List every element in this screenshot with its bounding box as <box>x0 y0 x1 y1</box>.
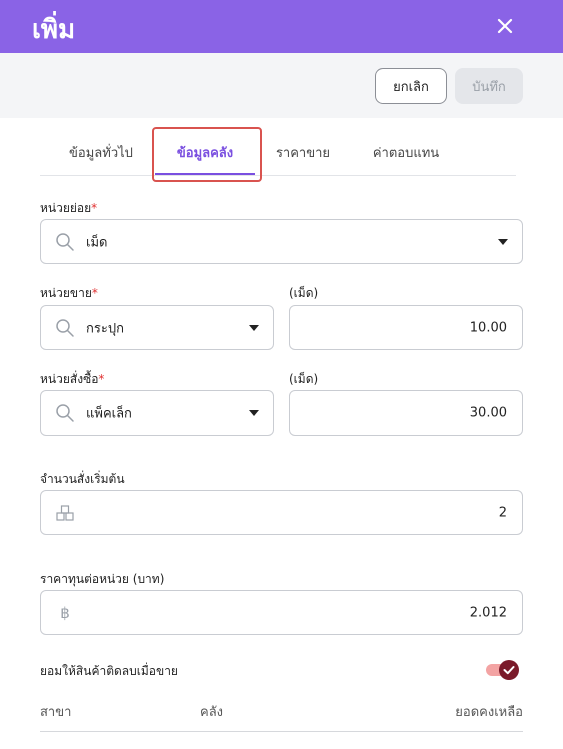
sale-unit-label: หน่วยขาย* <box>40 286 98 300</box>
sub-unit-value: เม็ด <box>86 235 108 250</box>
sale-unit-value: กระปุก <box>86 321 124 336</box>
allow-negative-label: ยอมให้สินค้าติดลบเมื่อขาย <box>40 664 178 678</box>
column-header-warehouse: คลัง <box>200 705 224 720</box>
cancel-button[interactable]: ยกเลิก <box>375 68 447 104</box>
tab-sale-price[interactable]: ราคาขาย <box>262 128 344 176</box>
sale-unit-qty-input[interactable]: 10.00 <box>289 305 523 350</box>
dialog-header: เพิ่ม <box>0 0 563 53</box>
chevron-down-icon <box>498 238 508 245</box>
tab-bar: ข้อมูลทั่วไป ข้อมูลคลัง ราคาขาย ค่าตอบแท… <box>40 128 516 176</box>
chevron-down-icon <box>249 410 259 416</box>
unit-cost-value: 2.012 <box>469 605 507 620</box>
unit-cost-label: ราคาทุนต่อหน่วย (บาท) <box>40 572 165 586</box>
purchase-unit-qty-label: (เม็ด) <box>289 372 319 386</box>
tab-general-info[interactable]: ข้อมูลทั่วไป <box>50 128 152 176</box>
boxes-icon <box>56 504 74 521</box>
action-toolbar: ยกเลิก บันทึก <box>0 53 563 118</box>
sale-unit-select[interactable]: กระปุก <box>40 305 274 350</box>
allow-negative-toggle[interactable] <box>486 659 520 681</box>
purchase-unit-qty-input[interactable]: 30.00 <box>289 390 523 436</box>
toggle-knob <box>499 660 519 680</box>
dialog-title: เพิ่ม <box>32 15 76 45</box>
purchase-unit-select[interactable]: แพ็คเล็ก <box>40 390 274 436</box>
unit-cost-input[interactable]: ฿ 2.012 <box>40 590 523 635</box>
search-icon <box>56 232 74 251</box>
close-button[interactable] <box>490 11 520 41</box>
baht-icon: ฿ <box>60 604 70 622</box>
tab-commission[interactable]: ค่าตอบแทน <box>358 128 454 176</box>
purchase-unit-label: หน่วยสั่งซื้อ* <box>40 372 105 386</box>
close-icon <box>497 18 513 34</box>
active-tab-indicator <box>155 173 255 175</box>
chevron-down-icon <box>249 324 259 331</box>
table-divider <box>40 731 523 732</box>
sub-unit-label: หน่วยย่อย* <box>40 201 98 215</box>
min-order-input[interactable]: 2 <box>40 490 523 535</box>
purchase-unit-value: แพ็คเล็ก <box>86 406 132 422</box>
check-icon <box>503 666 515 675</box>
min-order-value: 2 <box>498 505 507 520</box>
svg-text:฿: ฿ <box>60 604 70 622</box>
min-order-label: จำนวนสั่งเริ่มต้น <box>40 472 125 486</box>
sub-unit-select[interactable]: เม็ด <box>40 219 523 264</box>
sale-unit-qty-label: (เม็ด) <box>289 286 319 300</box>
column-header-branch: สาขา <box>40 705 72 720</box>
column-header-balance: ยอดคงเหลือ <box>455 705 523 720</box>
search-icon <box>56 404 74 422</box>
sale-unit-qty-value: 10.00 <box>469 320 507 335</box>
save-button[interactable]: บันทึก <box>455 68 523 104</box>
purchase-unit-qty-value: 30.00 <box>469 405 507 421</box>
search-icon <box>56 318 74 337</box>
tab-inventory-info[interactable]: ข้อมูลคลัง <box>155 128 255 176</box>
